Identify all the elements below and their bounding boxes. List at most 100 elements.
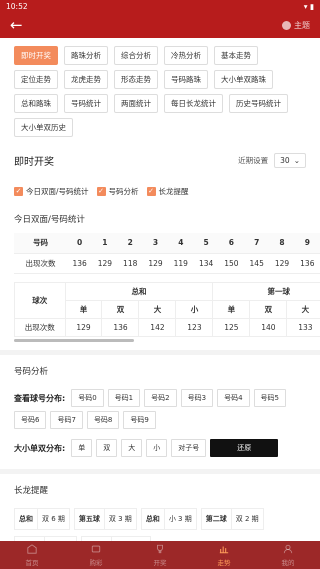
user-icon: [283, 544, 293, 556]
dragon-item: 第五球双 3 期: [73, 508, 137, 530]
home-icon: [27, 543, 37, 556]
analysis-tag[interactable]: 基本走势: [214, 46, 258, 65]
option-checkbox[interactable]: ✓ 号码分析: [96, 186, 139, 197]
period-label: 近期设置: [238, 156, 269, 165]
dragon-value: 双 6 期: [42, 515, 65, 523]
count-cell: 129: [92, 253, 118, 274]
table-row: 出现次数 129 136 142 123 125 140 133: [15, 318, 320, 337]
restore-button[interactable]: 还原: [210, 439, 279, 457]
analysis-tag[interactable]: 历史号码统计: [229, 94, 288, 113]
chart-icon: [219, 544, 229, 556]
analysis-tag[interactable]: 龙虎走势: [64, 70, 108, 89]
analysis-tag[interactable]: 冷热分析: [164, 46, 208, 65]
ball-filter-button[interactable]: 号码5: [253, 389, 287, 407]
tab-label: 首页: [25, 558, 39, 567]
analysis-tag-list: 即时开奖 路珠分析 综合分析 冷热分析 基本走势 定位走势 龙虎走势 形态走势 号码路珠 大小单双…: [0, 38, 320, 143]
dragon-title: 长龙提醒: [14, 486, 49, 496]
main-content[interactable]: 即时开奖 路珠分析 综合分析 冷热分析 基本走势 定位走势 龙虎走势 形态走势 号码路珠 大小单双…: [0, 38, 320, 541]
dist-filter-button[interactable]: 大: [121, 439, 143, 457]
analysis-tag[interactable]: 即时开奖: [14, 46, 58, 65]
ball-filter-row: 查看球号分布: 号码0 号码1 号码2 号码3 号码4 号码5 号码6 号码7 号码8 号码9: [0, 385, 320, 433]
analysis-tag[interactable]: 两面统计: [114, 94, 158, 113]
count-cell: 140: [249, 318, 288, 337]
status-bar: 10:52 ▾ ▮: [0, 0, 320, 12]
tab-chart[interactable]: 走势: [192, 541, 256, 569]
tab-label: 我的: [281, 558, 295, 567]
dist-filter-button[interactable]: 单: [71, 439, 93, 457]
option-checkbox[interactable]: ✓ 长龙提醒: [146, 186, 189, 197]
count-cell: 118: [117, 253, 143, 274]
ball-filter-button[interactable]: 号码7: [50, 411, 83, 429]
period-value: 30: [280, 156, 290, 165]
analysis-tag[interactable]: 综合分析: [114, 46, 158, 65]
sub-header-cell: 单: [212, 300, 251, 319]
back-arrow-icon[interactable]: ←: [10, 17, 23, 33]
tab-ticket[interactable]: 购彩: [64, 541, 128, 569]
ball-filter-button[interactable]: 号码8: [86, 411, 120, 429]
dist-filter-row: 大小单双分布: 单双大小对子号 还原: [0, 433, 320, 461]
header-cell: 2: [117, 233, 143, 254]
analysis-tag[interactable]: 总和路珠: [14, 94, 58, 113]
ball-filter-label: 查看球号分布:: [14, 393, 66, 403]
ball-filter-button[interactable]: 号码1: [107, 389, 141, 407]
ball-filter-button[interactable]: 号码4: [217, 389, 250, 407]
ball-filter-button[interactable]: 号码3: [180, 389, 214, 407]
tab-label: 购彩: [89, 558, 103, 567]
checkbox-checked-icon: ✓: [146, 187, 156, 196]
count-cell: 136: [294, 253, 320, 274]
ticket-icon: [91, 544, 101, 556]
dist-filter-button[interactable]: 双: [96, 439, 118, 457]
count-cell: 142: [138, 318, 177, 337]
analysis-tag[interactable]: 大小单双历史: [14, 118, 73, 137]
two-sides-table-wrap[interactable]: 球次 总和 第一球 单双大小单双大小 出现次数 1291361421231251…: [14, 281, 320, 337]
option-label: 长龙提醒: [158, 187, 189, 196]
count-cell: 125: [212, 318, 251, 337]
analysis-tag[interactable]: 路珠分析: [64, 46, 108, 65]
number-count-table: 号码 0 1 2 3 4 5 6 7 8 9 出现次数 136 129 118 129 119 134 150 14…: [14, 233, 320, 274]
horizontal-scrollbar[interactable]: [14, 339, 134, 342]
tab-trophy[interactable]: 开奖: [128, 541, 192, 569]
option-checkbox[interactable]: ✓ 今日双面/号码统计: [14, 186, 89, 197]
count-cell: 129: [142, 253, 169, 274]
dragon-item: 第二球双 2 期: [200, 508, 264, 530]
section-header: 即时开奖 近期设置 30 ⌄: [0, 143, 320, 174]
display-options: ✓ 今日双面/号码统计 ✓ 号码分析 ✓ 长龙提醒: [0, 174, 320, 203]
ball-filter-button[interactable]: 号码9: [123, 411, 156, 429]
ball-filter-button[interactable]: 号码0: [71, 389, 104, 407]
header-cell: 1: [92, 233, 118, 254]
theme-button[interactable]: 主题: [282, 20, 310, 31]
table-row: 球次 总和 第一球: [15, 282, 320, 319]
ball-filter-button[interactable]: 号码2: [144, 389, 177, 407]
theme-icon: [282, 20, 291, 30]
ball-filter-button[interactable]: 号码6: [14, 411, 47, 429]
tab-user[interactable]: 我的: [256, 541, 320, 569]
header-cell: 5: [193, 233, 219, 254]
count-cell: 出现次数: [14, 253, 67, 274]
analysis-tag[interactable]: 形态走势: [114, 70, 158, 89]
analysis-tag[interactable]: 每日长龙统计: [164, 94, 223, 113]
dist-filter-button[interactable]: 对子号: [171, 439, 207, 457]
count-cell: 134: [193, 253, 219, 274]
analysis-tag[interactable]: 定位走势: [14, 70, 58, 89]
count-cell: 136: [66, 253, 93, 274]
analysis-tag[interactable]: 号码路珠: [164, 70, 208, 89]
count-cell: 145: [244, 253, 270, 274]
dragon-item: 总和双 6 期: [14, 508, 70, 530]
header-cell: 8: [269, 233, 295, 254]
dragon-value: 双 3 期: [108, 515, 132, 523]
sub-header-cell: 小: [175, 300, 214, 319]
dist-filter-button[interactable]: 小: [146, 439, 168, 457]
dragon-key: 第二球: [202, 509, 232, 529]
period-setting: 近期设置 30 ⌄: [238, 153, 306, 168]
checkbox-checked-icon: ✓: [14, 187, 23, 196]
trophy-icon: [155, 544, 165, 556]
chevron-down-icon: ⌄: [293, 156, 300, 165]
analysis-tag[interactable]: 号码统计: [64, 94, 108, 113]
analysis-tag[interactable]: 大小单双路珠: [214, 70, 273, 89]
period-select[interactable]: 30 ⌄: [274, 153, 306, 168]
tab-home[interactable]: 首页: [0, 541, 64, 569]
sub-header-cell: 双: [249, 300, 288, 319]
table-row: 出现次数 136 129 118 129 119 134 150 145 129 136: [14, 253, 320, 274]
table-row: 号码 0 1 2 3 4 5 6 7 8 9: [14, 233, 320, 254]
theme-label: 主题: [294, 20, 310, 30]
